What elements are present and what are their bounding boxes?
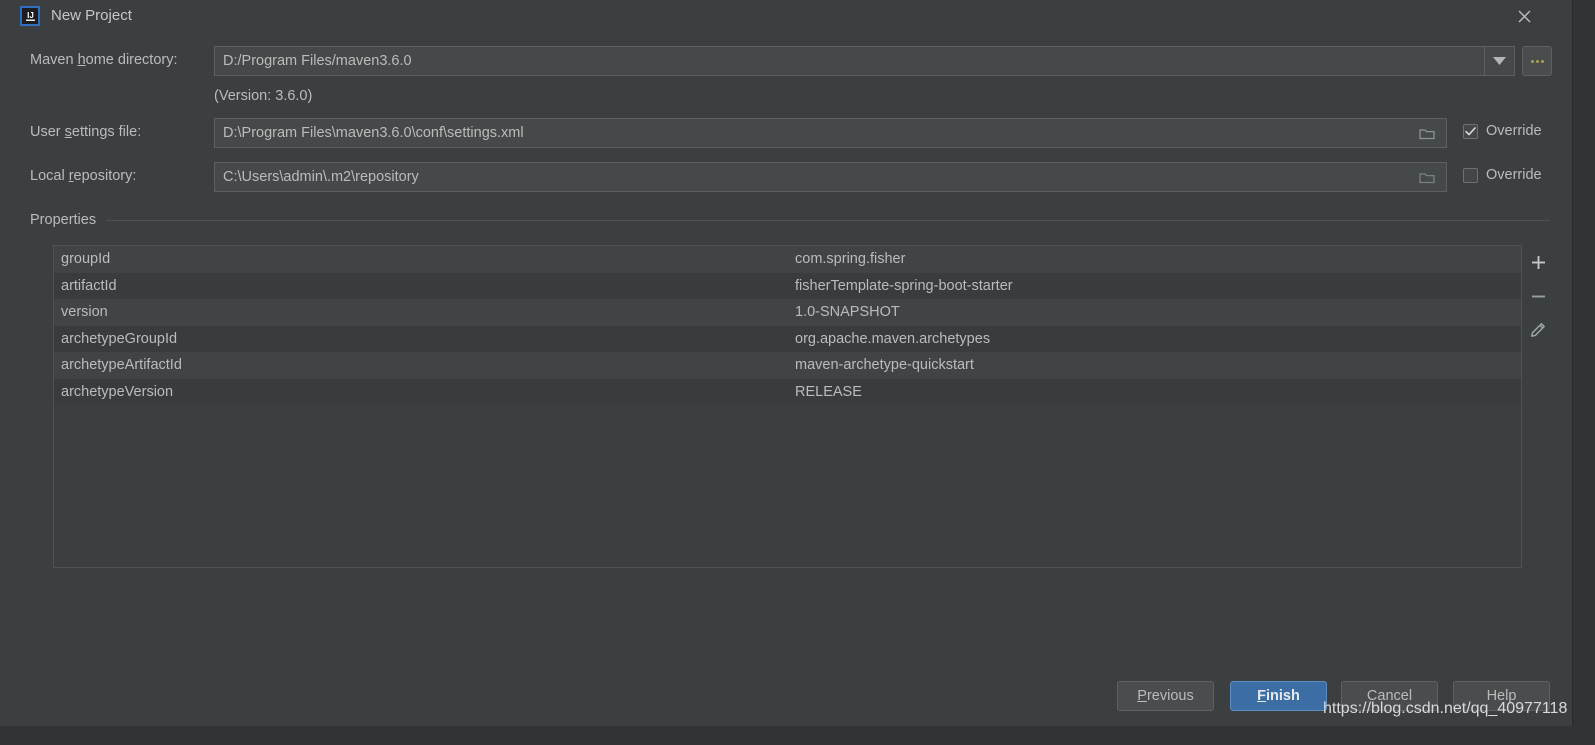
- override-label: Override: [1486, 123, 1542, 139]
- local-repository-label: Local repository:: [30, 168, 137, 184]
- remove-property-button[interactable]: [1524, 279, 1552, 313]
- checkbox-box: [1463, 167, 1478, 183]
- background-window-text: [0, 88, 9, 248]
- property-key: version: [61, 304, 108, 321]
- ellipsis-icon: [1530, 59, 1544, 63]
- properties-toolbar: [1524, 245, 1552, 355]
- property-value: 1.0-SNAPSHOT: [795, 304, 900, 321]
- local-repository-input[interactable]: C:\Users\admin\.m2\repository: [214, 162, 1447, 192]
- previous-button[interactable]: Previous: [1117, 681, 1214, 711]
- folder-icon[interactable]: [1416, 166, 1438, 188]
- table-row[interactable]: archetypeGroupId org.apache.maven.archety…: [54, 325, 1521, 352]
- property-key: archetypeVersion: [61, 383, 174, 400]
- table-row[interactable]: groupId com.spring.fisher: [54, 246, 1521, 273]
- table-row[interactable]: version 1.0-SNAPSHOT: [54, 299, 1521, 326]
- property-key: archetypeArtifactId: [61, 357, 182, 374]
- override-label: Override: [1486, 167, 1542, 183]
- user-settings-value: D:\Program Files\maven3.6.0\conf\setting…: [223, 125, 524, 141]
- bottom-bar: [0, 726, 1595, 745]
- property-key: archetypeGroupId: [61, 330, 178, 347]
- property-value: org.apache.maven.archetypes: [795, 330, 991, 347]
- properties-table[interactable]: groupId com.spring.fisher artifactId fisher…: [53, 245, 1522, 568]
- properties-title: Properties: [30, 212, 97, 228]
- section-divider: [106, 219, 1550, 221]
- maven-home-input[interactable]: D:/Program Files/maven3.6.0: [214, 46, 1485, 76]
- maven-version-note: (Version: 3.6.0): [214, 88, 313, 104]
- properties-section-header: Properties: [30, 212, 1550, 228]
- property-value: RELEASE: [795, 383, 862, 400]
- new-project-dialog: IJ New Project Maven home directory: D:/…: [10, 0, 1573, 726]
- user-settings-label: User settings file:: [30, 124, 142, 140]
- table-row[interactable]: archetypeArtifactId maven-archetype-quick…: [54, 352, 1521, 379]
- maven-home-label: Maven home directory:: [30, 52, 178, 68]
- chevron-down-icon[interactable]: [1485, 46, 1515, 76]
- property-value: com.spring.fisher: [795, 251, 906, 268]
- page-title: New Project: [51, 7, 132, 24]
- svg-text:IJ: IJ: [27, 11, 34, 20]
- property-value: maven-archetype-quickstart: [795, 357, 974, 374]
- dialog-titlebar: IJ New Project: [10, 0, 1572, 32]
- property-key: artifactId: [61, 277, 117, 294]
- user-settings-override-checkbox[interactable]: Override: [1463, 123, 1542, 139]
- local-repository-value: C:\Users\admin\.m2\repository: [223, 169, 419, 185]
- edit-property-button[interactable]: [1524, 313, 1552, 347]
- folder-icon[interactable]: [1416, 122, 1438, 144]
- watermark-text: https://blog.csdn.net/qq_40977118: [1323, 700, 1568, 717]
- maven-home-browse-button[interactable]: [1522, 46, 1552, 76]
- finish-button[interactable]: Finish: [1230, 681, 1327, 711]
- add-property-button[interactable]: [1524, 245, 1552, 279]
- checkbox-box: [1463, 123, 1478, 139]
- table-row[interactable]: archetypeVersion RELEASE: [54, 378, 1521, 405]
- property-value: fisherTemplate-spring-boot-starter: [795, 277, 1013, 294]
- user-settings-input[interactable]: D:\Program Files\maven3.6.0\conf\setting…: [214, 118, 1447, 148]
- maven-home-value: D:/Program Files/maven3.6.0: [223, 53, 412, 69]
- intellij-idea-icon: IJ: [20, 6, 40, 26]
- property-key: groupId: [61, 251, 111, 268]
- local-repository-override-checkbox[interactable]: Override: [1463, 167, 1542, 183]
- close-icon[interactable]: [1512, 4, 1536, 28]
- table-row[interactable]: artifactId fisherTemplate-spring-boot-sta…: [54, 272, 1521, 299]
